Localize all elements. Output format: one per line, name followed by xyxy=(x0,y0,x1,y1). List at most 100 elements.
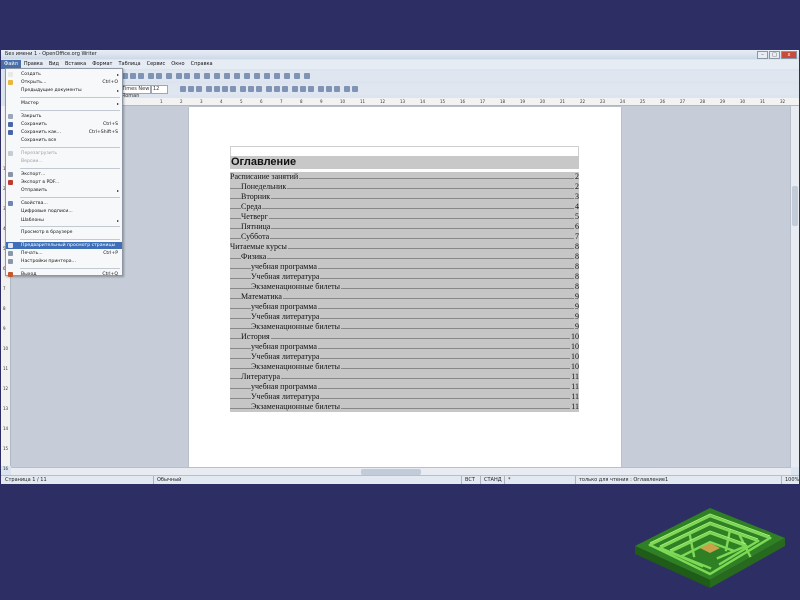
maximize-button[interactable]: □ xyxy=(769,51,780,59)
toolbar-icon[interactable] xyxy=(234,73,240,79)
toc-entry[interactable]: ........................................… xyxy=(230,352,579,362)
toc-entry[interactable]: ........................................… xyxy=(230,262,579,272)
toolbar-icon[interactable] xyxy=(224,73,230,79)
format-icon[interactable] xyxy=(300,86,306,92)
file-menu-item[interactable]: Сохранить все xyxy=(6,137,122,144)
file-menu-item[interactable]: Предыдущие документы ▸ xyxy=(6,87,122,94)
toolbar-icon[interactable] xyxy=(264,73,270,79)
toc-entry[interactable]: ........................................… xyxy=(230,372,579,382)
format-icon[interactable] xyxy=(334,86,340,92)
document-area[interactable]: Оглавление .............................… xyxy=(11,106,791,467)
toc-entry[interactable]: ........................................… xyxy=(230,272,579,282)
toolbar-icon[interactable] xyxy=(304,73,310,79)
toc-entry[interactable]: ........................................… xyxy=(230,402,579,412)
format-icon[interactable] xyxy=(318,86,324,92)
file-menu-item[interactable]: Предварительный просмотр страницы xyxy=(6,241,122,249)
table-of-contents[interactable]: Оглавление .............................… xyxy=(230,146,579,412)
format-icon[interactable] xyxy=(248,86,254,92)
toolbar-icon[interactable] xyxy=(166,73,172,79)
file-menu-item[interactable]: Печать... Ctrl+P xyxy=(6,250,122,257)
file-menu-item[interactable]: Мастер ▸ xyxy=(6,100,122,107)
file-menu-item[interactable]: Закрыть xyxy=(6,113,122,120)
toolbar-icon[interactable] xyxy=(204,73,210,79)
toolbar-icon[interactable] xyxy=(254,73,260,79)
file-menu-item[interactable]: Экспорт... xyxy=(6,171,122,178)
format-icon[interactable] xyxy=(274,86,280,92)
close-button[interactable]: x xyxy=(781,51,797,59)
toolbar-icon[interactable] xyxy=(156,73,162,79)
toc-entry[interactable]: ........................................… xyxy=(230,362,579,372)
format-icon[interactable] xyxy=(266,86,272,92)
menu-8[interactable]: Справка xyxy=(188,60,216,69)
toc-entry[interactable]: ........................................… xyxy=(230,392,579,402)
toc-entry[interactable]: ........................................… xyxy=(230,172,579,182)
font-name-combo[interactable]: Times New Roman xyxy=(120,85,151,99)
format-icon[interactable] xyxy=(188,86,194,92)
file-menu-item[interactable]: Настройки принтера... xyxy=(6,258,122,265)
file-menu-item[interactable]: Экспорт в PDF... xyxy=(6,179,122,186)
toc-entry[interactable]: ........................................… xyxy=(230,302,579,312)
toc-entry[interactable]: ........................................… xyxy=(230,282,579,292)
format-icon[interactable] xyxy=(292,86,298,92)
file-menu-item[interactable]: Просмотр в браузере xyxy=(6,229,122,236)
format-icon[interactable] xyxy=(196,86,202,92)
toolbar-icon[interactable] xyxy=(284,73,290,79)
toc-entry[interactable]: ........................................… xyxy=(230,292,579,302)
toolbar-icon[interactable] xyxy=(214,73,220,79)
scrollbar-thumb[interactable] xyxy=(792,186,798,226)
toolbar-icon[interactable] xyxy=(138,73,144,79)
file-menu-item[interactable]: Свойства... xyxy=(6,200,122,207)
toolbar-icon[interactable] xyxy=(244,73,250,79)
format-icon[interactable] xyxy=(180,86,186,92)
file-menu-item[interactable]: Создать ▸ xyxy=(6,71,122,78)
toc-entry[interactable]: ........................................… xyxy=(230,252,579,262)
file-menu-item[interactable]: Отправить ▸ xyxy=(6,187,122,194)
vertical-scrollbar[interactable] xyxy=(790,106,799,467)
toolbar-icon[interactable] xyxy=(184,73,190,79)
format-icon[interactable] xyxy=(214,86,220,92)
file-menu-item[interactable]: Перезагрузить xyxy=(6,150,122,157)
file-menu-item[interactable]: Сохранить Ctrl+S xyxy=(6,121,122,128)
format-icon[interactable] xyxy=(240,86,246,92)
toolbar-icon[interactable] xyxy=(148,73,154,79)
file-menu-item[interactable]: Шаблоны ▸ xyxy=(6,217,122,224)
format-icon[interactable] xyxy=(326,86,332,92)
file-menu-item[interactable]: Версии... xyxy=(6,158,122,165)
format-icon[interactable] xyxy=(230,86,236,92)
toolbar-icon[interactable] xyxy=(194,73,200,79)
toc-entry[interactable]: ........................................… xyxy=(230,202,579,212)
status-zoom[interactable]: 100% xyxy=(781,476,799,484)
font-size-combo[interactable]: 12 xyxy=(151,85,168,94)
toolbar-icon[interactable] xyxy=(176,73,182,79)
format-icon[interactable] xyxy=(344,86,350,92)
status-insert-mode[interactable]: ВСТ xyxy=(461,476,475,484)
toc-entry[interactable]: ........................................… xyxy=(230,242,579,252)
horizontal-ruler[interactable]: 1 2 3 4 5 6 7 8 9 10 11 12 13 14 15 16 17 18 19 20 21 22 23 24 2… xyxy=(120,98,799,106)
toc-entry[interactable]: ........................................… xyxy=(230,212,579,222)
format-icon[interactable] xyxy=(308,86,314,92)
menu-7[interactable]: Окно xyxy=(168,60,187,69)
format-icon[interactable] xyxy=(352,86,358,92)
toolbar-icon[interactable] xyxy=(294,73,300,79)
toc-entry[interactable]: ........................................… xyxy=(230,312,579,322)
toc-entry[interactable]: ........................................… xyxy=(230,332,579,342)
toc-entry[interactable]: ........................................… xyxy=(230,322,579,332)
format-icon[interactable] xyxy=(222,86,228,92)
menu-6[interactable]: Сервис xyxy=(144,60,169,69)
minimize-button[interactable]: – xyxy=(757,51,768,59)
document-page[interactable]: Оглавление .............................… xyxy=(189,107,621,467)
file-menu-item[interactable]: Открыть... Ctrl+O xyxy=(6,79,122,86)
toc-entry[interactable]: ........................................… xyxy=(230,382,579,392)
format-icon[interactable] xyxy=(282,86,288,92)
file-menu-item[interactable]: Выход Ctrl+Q xyxy=(6,271,122,278)
format-icon[interactable] xyxy=(206,86,212,92)
toc-entry[interactable]: ........................................… xyxy=(230,182,579,192)
toolbar-icon[interactable] xyxy=(130,73,136,79)
format-icon[interactable] xyxy=(256,86,262,92)
file-menu-item[interactable]: Цифровые подписи... xyxy=(6,208,122,215)
file-menu-item[interactable]: Сохранить как... Ctrl+Shift+S xyxy=(6,129,122,136)
toc-entry[interactable]: ........................................… xyxy=(230,192,579,202)
toc-entry[interactable]: ........................................… xyxy=(230,222,579,232)
toc-entry[interactable]: ........................................… xyxy=(230,232,579,242)
status-selection-mode[interactable]: СТАНД xyxy=(480,476,502,484)
